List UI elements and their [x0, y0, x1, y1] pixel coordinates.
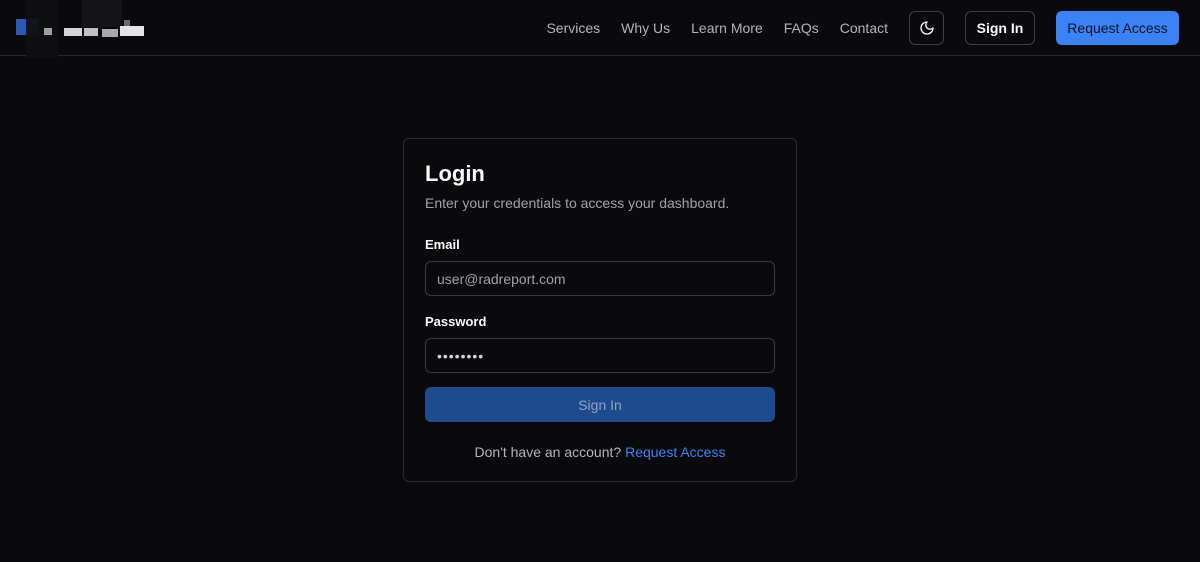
no-account-text: Don't have an account? [474, 444, 622, 460]
password-label: Password [425, 314, 487, 329]
nav-link-why-us[interactable]: Why Us [621, 20, 670, 36]
logo[interactable] [14, 0, 154, 58]
main-nav: Services Why Us Learn More FAQs Contact [546, 0, 888, 56]
nav-link-services[interactable]: Services [546, 20, 600, 36]
email-field[interactable] [425, 261, 775, 296]
request-access-prompt: Don't have an account? Request Access [404, 444, 796, 460]
request-access-link[interactable]: Request Access [625, 444, 725, 460]
login-card: Login Enter your credentials to access y… [403, 138, 797, 482]
moon-icon [919, 21, 934, 35]
nav-link-learn-more[interactable]: Learn More [691, 20, 763, 36]
top-navbar: Services Why Us Learn More FAQs Contact … [0, 0, 1200, 58]
header-request-access-button[interactable]: Request Access [1056, 11, 1179, 45]
theme-toggle-button[interactable] [909, 11, 944, 45]
sign-in-submit-button[interactable]: Sign In [425, 387, 775, 422]
header-sign-in-button[interactable]: Sign In [965, 11, 1035, 45]
login-title: Login [425, 161, 485, 186]
nav-link-faqs[interactable]: FAQs [784, 20, 819, 36]
login-subtitle: Enter your credentials to access your da… [425, 195, 730, 211]
email-label: Email [425, 237, 460, 252]
nav-link-contact[interactable]: Contact [840, 20, 888, 36]
password-field[interactable] [425, 338, 775, 373]
